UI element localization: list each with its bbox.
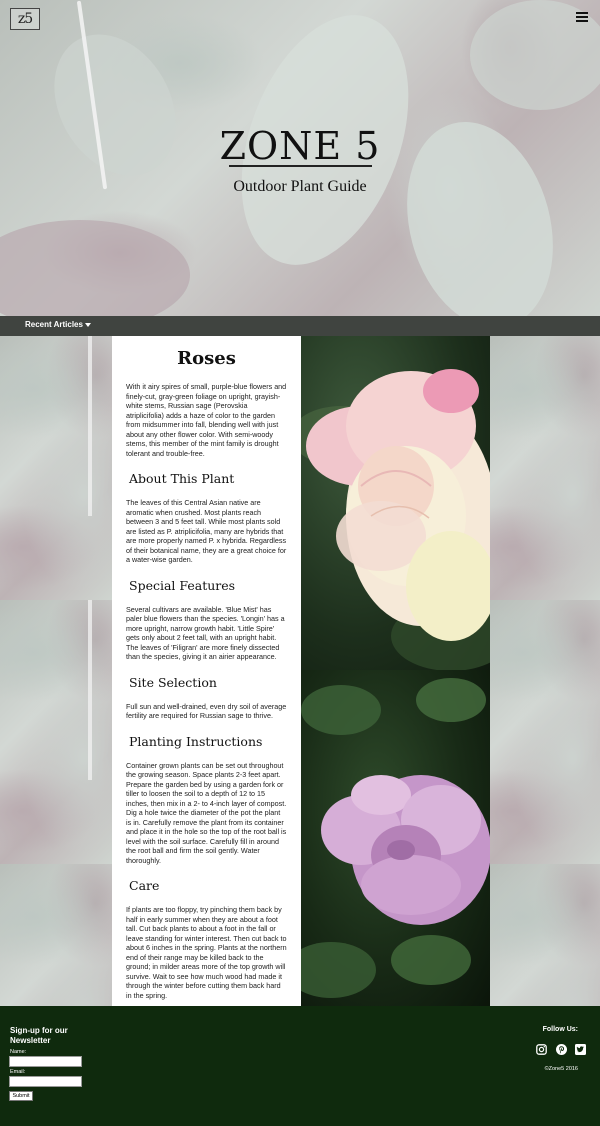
lavender-rose-photo [301, 670, 490, 1006]
name-input[interactable] [9, 1056, 82, 1067]
name-field-label: Name: [10, 1049, 27, 1055]
section-body: Container grown plants can be set out th… [126, 760, 287, 865]
section-body: Several cultivars are available. 'Blue M… [126, 604, 285, 662]
leaf-background-tile [490, 864, 600, 1006]
caret-down-icon [84, 322, 91, 327]
section-heading: Care [129, 878, 160, 893]
leaf-stem [88, 336, 92, 516]
pink-rose-photo [301, 336, 490, 671]
right-background-panel [490, 336, 600, 1006]
site-footer: Sign-up for our Newsletter Name: Email: … [0, 1006, 600, 1126]
left-background-panel [0, 336, 112, 1006]
section-heading: Planting Instructions [129, 733, 263, 749]
leaf-background-tile [490, 600, 600, 864]
site-title: ZONE 5 [219, 124, 381, 168]
article-intro: With it airy spires of small, purple-blu… [126, 382, 287, 458]
follow-us-title: Follow Us: [542, 1026, 578, 1033]
email-input[interactable] [9, 1076, 82, 1087]
pinterest-icon[interactable] [556, 1040, 567, 1055]
leaf-background-tile [0, 600, 112, 864]
section-body: The leaves of this Central Asian native … [126, 498, 287, 564]
leaf-stem [88, 600, 92, 780]
email-field-label: Email: [10, 1069, 26, 1075]
site-subtitle: Outdoor Plant Guide [233, 178, 367, 195]
recent-articles-label: Recent Articles [25, 320, 83, 329]
recent-articles-dropdown[interactable]: Recent Articles [25, 320, 91, 329]
leaf-background-tile [0, 864, 112, 1006]
section-body: If plants are too floppy, try pinching t… [126, 905, 287, 1000]
instagram-icon[interactable] [536, 1040, 547, 1055]
leaf-background-tile [0, 336, 112, 600]
article-content: Roses With it airy spires of small, purp… [112, 336, 301, 1006]
newsletter-signup-title: Sign-up for our Newsletter [10, 1026, 68, 1045]
hero-header: z5 ZONE 5 Outdoor Plant Guide [0, 0, 600, 316]
section-body: Full sun and well-drained, even dry soil… [126, 701, 287, 721]
section-heading: About This Plant [129, 471, 235, 486]
photo-column [301, 336, 490, 1006]
title-divider [229, 165, 372, 167]
section-heading: Site Selection [129, 674, 217, 690]
hamburger-menu-icon[interactable] [576, 12, 588, 22]
submit-button[interactable]: Submit [9, 1091, 33, 1101]
site-logo[interactable]: z5 [10, 8, 40, 30]
article-title: Roses [177, 348, 236, 369]
twitter-icon[interactable] [575, 1040, 586, 1055]
leaf-background-tile [490, 336, 600, 600]
section-heading: Special Features [129, 577, 236, 593]
copyright-text: ©Zone5 2016 [544, 1066, 578, 1072]
articles-nav-bar: Recent Articles [0, 316, 600, 336]
